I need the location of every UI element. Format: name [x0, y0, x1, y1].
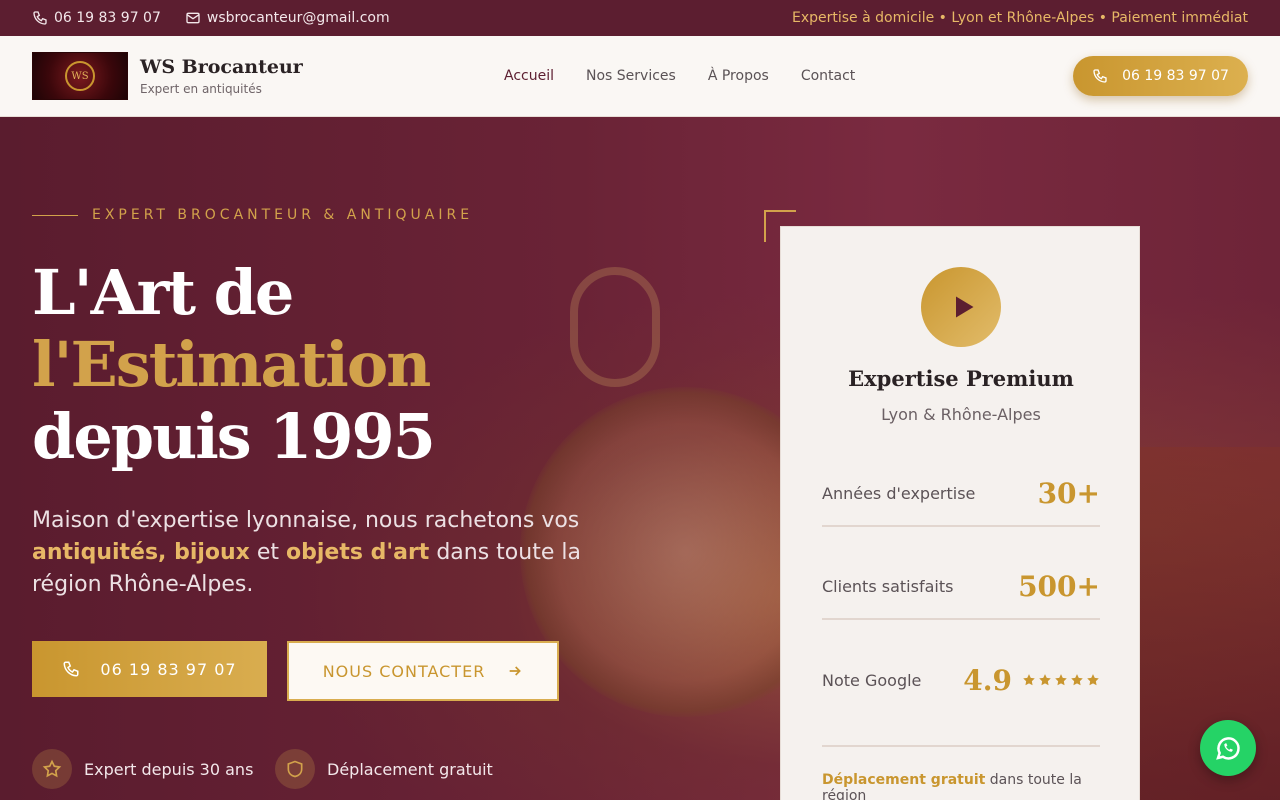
hero-eyebrow: EXPERT BROCANTEUR & ANTIQUAIRE	[32, 207, 473, 223]
star-icon	[1087, 674, 1099, 686]
stat-row: Note Google 4.9	[822, 647, 1100, 713]
hero-title-line3: depuis 1995	[32, 400, 436, 473]
lead-part2: et	[249, 540, 287, 565]
nav-item-accueil[interactable]: Accueil	[504, 68, 554, 84]
card-title: Expertise Premium	[848, 366, 1074, 391]
video-play-button[interactable]	[921, 267, 1001, 347]
hero-call-button[interactable]: 06 19 83 97 07	[32, 641, 267, 697]
whatsapp-icon	[1216, 737, 1240, 760]
topbar-email-text: wsbrocanteur@gmail.com	[206, 10, 390, 26]
nav-call-label: 06 19 83 97 07	[1122, 68, 1229, 84]
feature-expert-label: Expert depuis 30 ans	[84, 759, 254, 779]
star-icon	[1039, 674, 1051, 686]
main-nav: WS WS Brocanteur Expert en antiquités Ac…	[0, 36, 1280, 117]
arrow-right-icon	[509, 666, 522, 676]
star-icon	[1071, 674, 1083, 686]
expertise-card: Expertise Premium Lyon & Rhône-Alpes Ann…	[780, 226, 1140, 800]
hero-title-line1: L'Art de	[32, 256, 294, 329]
hero-contact-label: NOUS CONTACTER	[322, 661, 486, 681]
phone-icon	[1093, 69, 1107, 83]
nav-call-button[interactable]: 06 19 83 97 07	[1073, 56, 1248, 96]
hero-lead: Maison d'expertise lyonnaise, nous rache…	[32, 505, 592, 601]
topbar-email-link[interactable]: wsbrocanteur@gmail.com	[185, 10, 390, 26]
stat-row: Années d'expertise 30+	[822, 461, 1100, 527]
stat-label: Clients satisfaits	[822, 576, 954, 596]
brand-name: WS Brocanteur	[140, 56, 303, 78]
card-subtitle: Lyon & Rhône-Alpes	[881, 405, 1041, 424]
shield-icon	[287, 760, 303, 778]
topbar-phone-link[interactable]: 06 19 83 97 07	[32, 10, 161, 26]
brand: WS Brocanteur Expert en antiquités	[140, 56, 303, 96]
play-icon	[956, 296, 974, 318]
logo[interactable]: WS	[32, 52, 128, 100]
whatsapp-button[interactable]	[1200, 720, 1256, 776]
nav-item-contact[interactable]: Contact	[801, 68, 855, 84]
card-note-highlight: Déplacement gratuit	[822, 772, 986, 788]
hero-title: L'Art de l'Estimation depuis 1995	[32, 256, 436, 473]
star-icon	[1023, 674, 1035, 686]
nav-menu: Accueil Nos Services À Propos Contact	[504, 36, 855, 116]
top-bar: 06 19 83 97 07 wsbrocanteur@gmail.com Ex…	[0, 0, 1280, 36]
stat-label: Années d'expertise	[822, 483, 976, 503]
card-note: Déplacement gratuit dans toute la région	[822, 772, 1122, 800]
feature-expert-icon-wrap	[32, 749, 72, 789]
star-icon	[1055, 674, 1067, 686]
stat-label: Note Google	[822, 670, 922, 690]
feature-expert: Expert depuis 30 ans	[32, 749, 253, 789]
nav-item-a-propos[interactable]: À Propos	[708, 68, 769, 84]
rating: 4.9	[963, 664, 1100, 697]
hero-title-line2: l'Estimation	[32, 328, 431, 401]
stat-row: Clients satisfaits 500+	[822, 554, 1100, 620]
phone-icon	[33, 11, 47, 25]
feature-deplacement-label: Déplacement gratuit	[327, 759, 493, 779]
logo-badge: WS	[65, 61, 95, 91]
lead-highlight-1: antiquités, bijoux	[32, 540, 250, 565]
stat-value: 500+	[1018, 569, 1100, 603]
hero-contact-button[interactable]: NOUS CONTACTER	[287, 641, 559, 701]
lead-highlight-2: objets d'art	[286, 540, 430, 565]
rating-stars	[1022, 673, 1100, 687]
topbar-phone-text: 06 19 83 97 07	[54, 10, 161, 26]
phone-icon	[63, 661, 79, 677]
hero-call-label: 06 19 83 97 07	[100, 659, 237, 679]
feature-deplacement: Déplacement gratuit	[275, 749, 493, 789]
feature-deplacement-icon-wrap	[275, 749, 315, 789]
mail-icon	[186, 12, 200, 24]
eyebrow-text: EXPERT BROCANTEUR & ANTIQUAIRE	[92, 207, 474, 223]
card-divider	[822, 745, 1100, 747]
stat-value: 4.9	[963, 663, 1012, 697]
lead-part1: Maison d'expertise lyonnaise, nous rache…	[32, 508, 580, 533]
eyebrow-rule	[32, 214, 78, 216]
star-icon	[42, 759, 62, 778]
brand-tagline: Expert en antiquités	[140, 82, 262, 96]
pocket-watch-bow-decoration	[570, 267, 660, 387]
nav-item-services[interactable]: Nos Services	[586, 68, 676, 84]
topbar-promo: Expertise à domicile • Lyon et Rhône-Alp…	[791, 10, 1248, 26]
stat-value: 30+	[1037, 476, 1100, 510]
